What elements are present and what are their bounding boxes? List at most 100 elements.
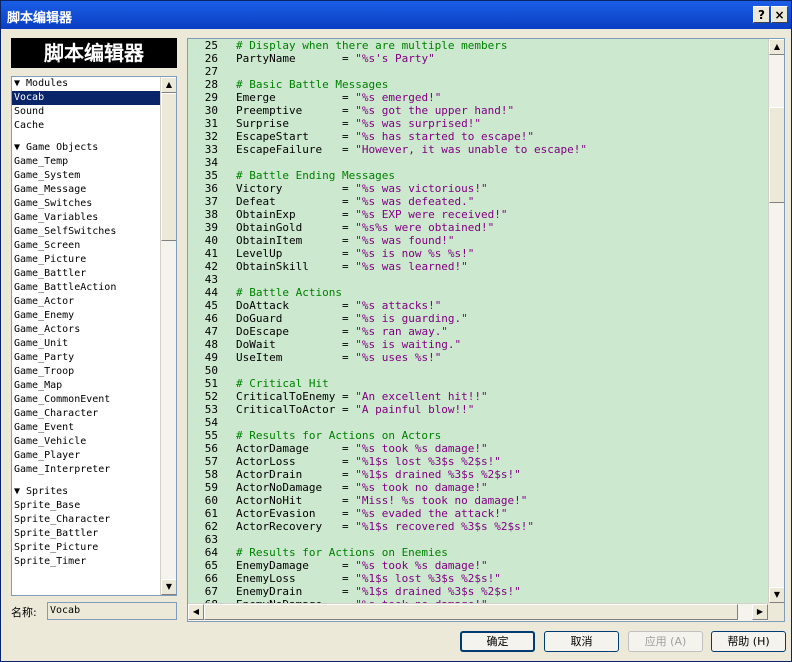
list-item[interactable]: Game_Map (12, 379, 160, 393)
code-line[interactable]: 58 ActorDrain = "%1$s drained %3$s %2$s!" (188, 468, 768, 481)
code-line[interactable]: 28 # Basic Battle Messages (188, 78, 768, 91)
code-line[interactable]: 56 ActorDamage = "%s took %s damage!" (188, 442, 768, 455)
code-line[interactable]: 63 (188, 533, 768, 546)
code-line[interactable]: 42 ObtainSkill = "%s was learned!" (188, 260, 768, 273)
help-button[interactable]: 帮助 (H) (711, 631, 786, 652)
scroll-thumb[interactable] (161, 93, 176, 241)
list-item[interactable]: Game_Actors (12, 323, 160, 337)
list-item[interactable]: Game_System (12, 169, 160, 183)
ok-button[interactable]: 确定 (460, 631, 535, 652)
code-line[interactable]: 45 DoAttack = "%s attacks!" (188, 299, 768, 312)
scroll-down-arrow-icon[interactable]: ▼ (161, 579, 176, 595)
list-item[interactable]: Sound (12, 105, 160, 119)
list-item[interactable]: Game_Event (12, 421, 160, 435)
list-item[interactable]: Vocab (12, 91, 160, 105)
code-line[interactable]: 44 # Battle Actions (188, 286, 768, 299)
code-line[interactable]: 59 ActorNoDamage = "%s took no damage!" (188, 481, 768, 494)
scroll-up-arrow-icon[interactable]: ▲ (769, 39, 784, 55)
editor-horizontal-scrollbar[interactable]: ◀ ▶ (188, 603, 768, 621)
code-line[interactable]: 39 ObtainGold = "%s%s were obtained!" (188, 221, 768, 234)
code-line[interactable]: 30 Preemptive = "%s got the upper hand!" (188, 104, 768, 117)
list-item[interactable]: Game_Battler (12, 267, 160, 281)
list-item[interactable]: Game_Variables (12, 211, 160, 225)
code-line[interactable]: 32 EscapeStart = "%s has started to escap… (188, 130, 768, 143)
code-line[interactable]: 55 # Results for Actions on Actors (188, 429, 768, 442)
list-item[interactable]: Sprite_Base (12, 499, 160, 513)
list-item[interactable]: Sprite_Timer (12, 555, 160, 569)
code-line[interactable]: 41 LevelUp = "%s is now %s %s!" (188, 247, 768, 260)
list-item[interactable]: Game_Player (12, 449, 160, 463)
list-item[interactable]: Game_Screen (12, 239, 160, 253)
editor-vertical-scrollbar[interactable]: ▲ ▼ (768, 39, 784, 603)
list-item[interactable]: Game_SelfSwitches (12, 225, 160, 239)
list-item[interactable]: Game_Message (12, 183, 160, 197)
scroll-down-arrow-icon[interactable]: ▼ (769, 587, 784, 603)
list-item[interactable]: Sprite_Picture (12, 541, 160, 555)
code-line[interactable]: 33 EscapeFailure = "However, it was unabl… (188, 143, 768, 156)
code-line[interactable]: 62 ActorRecovery = "%1$s recovered %3$s %… (188, 520, 768, 533)
code-line[interactable]: 35 # Battle Ending Messages (188, 169, 768, 182)
script-list[interactable]: ▼ Modules Vocab Sound Cache ▼ Game Objects Ga… (11, 76, 177, 596)
code-area[interactable]: 25 # Display when there are multiple memb… (188, 39, 768, 603)
list-group-header[interactable]: ▼ Modules (12, 77, 160, 91)
list-item[interactable]: Game_Temp (12, 155, 160, 169)
scroll-left-arrow-icon[interactable]: ◀ (188, 604, 204, 620)
list-item[interactable]: Cache (12, 119, 160, 133)
cancel-button[interactable]: 取消 (544, 631, 619, 652)
code-line[interactable]: 36 Victory = "%s was victorious!" (188, 182, 768, 195)
list-group-header[interactable]: ▼ Game Objects (12, 141, 160, 155)
code-line[interactable]: 43 (188, 273, 768, 286)
close-button[interactable]: × (771, 6, 788, 23)
code-line[interactable]: 65 EnemyDamage = "%s took %s damage!" (188, 559, 768, 572)
list-item[interactable]: Sprite_Battler (12, 527, 160, 541)
code-line[interactable]: 49 UseItem = "%s uses %s!" (188, 351, 768, 364)
scroll-thumb[interactable] (769, 107, 784, 203)
code-line[interactable]: 53 CriticalToActor = "A painful blow!!" (188, 403, 768, 416)
list-item[interactable]: Game_Vehicle (12, 435, 160, 449)
code-line[interactable]: 34 (188, 156, 768, 169)
code-line[interactable]: 38 ObtainExp = "%s EXP were received!" (188, 208, 768, 221)
scroll-right-arrow-icon[interactable]: ▶ (752, 604, 768, 620)
code-line[interactable]: 46 DoGuard = "%s is guarding." (188, 312, 768, 325)
list-item[interactable]: Sprite_Character (12, 513, 160, 527)
code-line[interactable]: 47 DoEscape = "%s ran away." (188, 325, 768, 338)
code-line[interactable]: 60 ActorNoHit = "Miss! %s took no damage!… (188, 494, 768, 507)
list-item[interactable]: Game_Troop (12, 365, 160, 379)
code-line[interactable]: 31 Surprise = "%s was surprised!" (188, 117, 768, 130)
code-line[interactable]: 66 EnemyLoss = "%1$s lost %3$s %2$s!" (188, 572, 768, 585)
list-item[interactable]: Game_Switches (12, 197, 160, 211)
code-line[interactable]: 64 # Results for Actions on Enemies (188, 546, 768, 559)
list-item[interactable]: Game_Actor (12, 295, 160, 309)
code-line[interactable]: 26 PartyName = "%s's Party" (188, 52, 768, 65)
scroll-thumb-horizontal[interactable] (204, 604, 738, 620)
list-item[interactable]: Game_Character (12, 407, 160, 421)
code-line[interactable]: 67 EnemyDrain = "%1$s drained %3$s %2$s!" (188, 585, 768, 598)
list-item[interactable]: Game_BattleAction (12, 281, 160, 295)
code-line[interactable]: 37 Defeat = "%s was defeated." (188, 195, 768, 208)
list-group-header[interactable]: ▼ Sprites (12, 485, 160, 499)
list-item[interactable]: Game_Enemy (12, 309, 160, 323)
code-line[interactable]: 50 (188, 364, 768, 377)
list-item[interactable]: Game_Party (12, 351, 160, 365)
list-item[interactable]: Game_CommonEvent (12, 393, 160, 407)
script-list-scrollbar[interactable]: ▲ ▼ (160, 77, 176, 595)
list-item[interactable]: Game_Picture (12, 253, 160, 267)
list-item[interactable]: Game_Interpreter (12, 463, 160, 477)
scroll-up-arrow-icon[interactable]: ▲ (161, 77, 176, 93)
help-title-button[interactable]: ? (753, 6, 770, 23)
code-line[interactable]: 57 ActorLoss = "%1$s lost %3$s %2$s!" (188, 455, 768, 468)
code-line[interactable]: 27 (188, 65, 768, 78)
code-line[interactable]: 51 # Critical Hit (188, 377, 768, 390)
code-line[interactable]: 52 CriticalToEnemy = "An excellent hit!!" (188, 390, 768, 403)
code-line[interactable]: 25 # Display when there are multiple memb… (188, 39, 768, 52)
list-item[interactable]: Game_Unit (12, 337, 160, 351)
code-line[interactable]: 54 (188, 416, 768, 429)
title-bar[interactable]: 脚本编辑器 ? × (1, 1, 791, 29)
code-editor[interactable]: 25 # Display when there are multiple memb… (187, 38, 785, 622)
name-field[interactable]: Vocab (47, 602, 177, 620)
code-line[interactable]: 48 DoWait = "%s is waiting." (188, 338, 768, 351)
code-line[interactable]: 29 Emerge = "%s emerged!" (188, 91, 768, 104)
apply-button[interactable]: 应用 (A) (628, 631, 703, 652)
code-line[interactable]: 40 ObtainItem = "%s was found!" (188, 234, 768, 247)
code-line[interactable]: 61 ActorEvasion = "%s evaded the attack!" (188, 507, 768, 520)
